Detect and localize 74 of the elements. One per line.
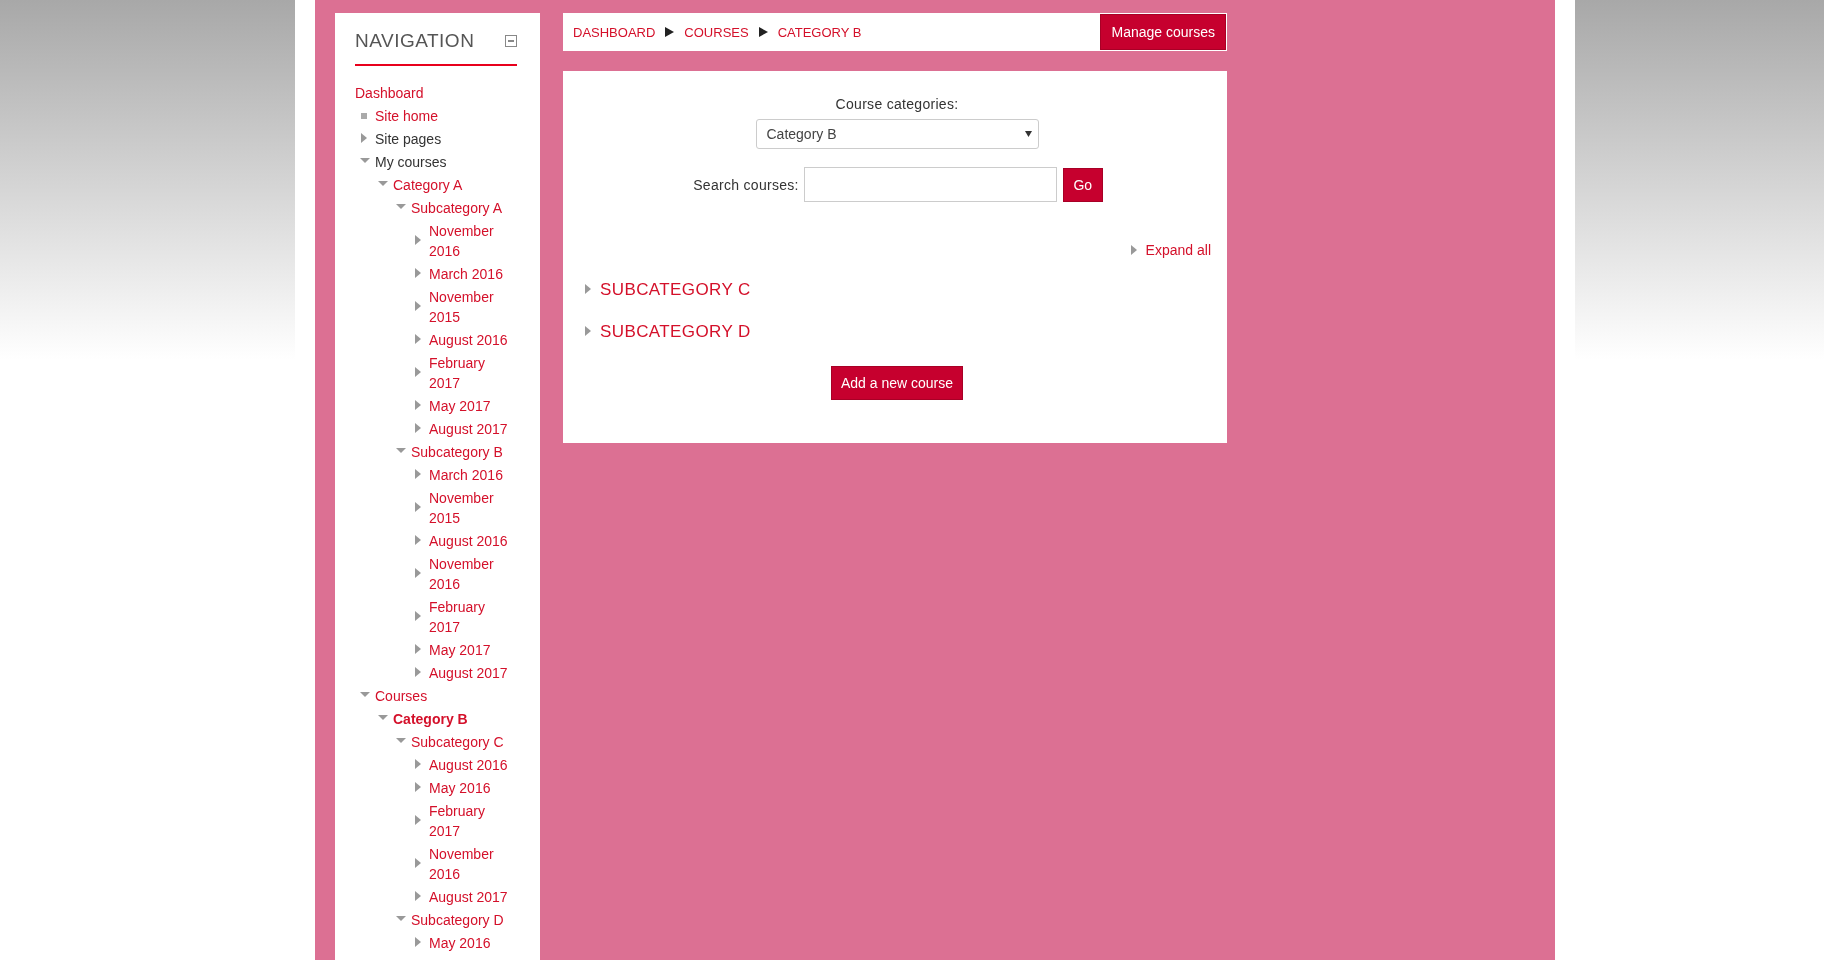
nav-link[interactable]: Site home [375, 106, 439, 126]
caret-right-icon[interactable] [413, 643, 423, 655]
nav-link[interactable]: Category B [393, 709, 468, 729]
caret-right-icon[interactable] [413, 758, 423, 770]
category-link[interactable]: SUBCATEGORY C [600, 280, 751, 300]
caret-right-icon[interactable] [413, 781, 423, 793]
minimize-icon[interactable] [505, 35, 517, 47]
caret-right-icon[interactable] [413, 234, 423, 246]
nav-link[interactable]: Subcategory D [411, 910, 504, 930]
caret-right-icon[interactable] [413, 501, 423, 513]
nav-link[interactable]: February 2017 [429, 597, 517, 637]
category-link[interactable]: SUBCATEGORY D [600, 322, 751, 342]
caret-right-icon[interactable] [583, 283, 593, 295]
caret-right-icon[interactable] [1128, 244, 1139, 256]
nav-link[interactable]: August 2017 [429, 419, 508, 439]
nav-link[interactable]: March 2016 [429, 264, 503, 284]
nav-link[interactable]: November 2016 [429, 221, 517, 261]
nav-link[interactable]: August 2017 [429, 663, 508, 683]
nav-link[interactable]: November 2015 [429, 287, 517, 327]
caret-right-icon[interactable] [413, 936, 423, 948]
caret-right-icon[interactable] [413, 814, 423, 826]
nav-link[interactable]: May 2017 [429, 640, 491, 660]
caret-right-icon[interactable] [583, 325, 593, 337]
caret-right-icon[interactable] [413, 534, 423, 546]
nav-link[interactable]: May 2017 [429, 396, 491, 416]
nav-link[interactable]: Subcategory C [411, 732, 504, 752]
nav-link[interactable]: August 2017 [429, 887, 508, 907]
bullet-icon [361, 113, 367, 119]
caret-right-icon[interactable] [413, 366, 423, 378]
nav-link[interactable]: August 2016 [429, 531, 508, 551]
caret-right-icon[interactable] [413, 567, 423, 579]
expand-all-link[interactable]: Expand all [1128, 242, 1211, 258]
nav-link[interactable]: November 2016 [429, 844, 517, 884]
caret-right-icon[interactable] [413, 890, 423, 902]
caret-right-icon[interactable] [413, 666, 423, 678]
caret-right-icon[interactable] [413, 422, 423, 434]
search-label: Search courses: [693, 176, 799, 193]
nav-link[interactable]: May 2016 [429, 778, 491, 798]
caret-right-icon[interactable] [413, 610, 423, 622]
nav-link[interactable]: May 2016 [429, 933, 491, 953]
separator-arrow-icon [665, 27, 675, 37]
caret-right-icon[interactable] [413, 468, 423, 480]
caret-right-icon[interactable] [413, 857, 423, 869]
category-select[interactable]: Category B [755, 119, 1039, 149]
caret-right-icon[interactable] [359, 132, 369, 144]
dropdown-caret-icon [1024, 131, 1032, 137]
nav-link[interactable]: August 2016 [429, 755, 508, 775]
nav-link[interactable]: Site pages [375, 129, 442, 149]
caret-right-icon[interactable] [413, 267, 423, 279]
breadcrumb-link[interactable]: CATEGORY B [777, 24, 862, 40]
manage-courses-button[interactable]: Manage courses [1100, 14, 1226, 50]
nav-link[interactable]: Category A [393, 175, 463, 195]
nav-link[interactable]: Courses [375, 686, 428, 706]
add-course-button[interactable]: Add a new course [830, 366, 964, 400]
nav-link[interactable]: August 2016 [429, 330, 508, 350]
breadcrumb-link[interactable]: DASHBOARD [573, 24, 656, 40]
nav-link[interactable]: March 2016 [429, 465, 503, 485]
caret-right-icon[interactable] [413, 333, 423, 345]
nav-link[interactable]: My courses [375, 152, 447, 172]
caret-right-icon[interactable] [413, 399, 423, 411]
breadcrumb-link[interactable]: COURSES [684, 24, 749, 40]
categories-label: Course categories: [835, 96, 959, 112]
navigation-title: NAVIGATION [355, 30, 475, 52]
nav-link[interactable]: February 2017 [429, 801, 517, 841]
nav-link[interactable]: Dashboard [355, 83, 424, 103]
nav-link[interactable]: Subcategory B [411, 442, 503, 462]
nav-link[interactable]: Subcategory A [411, 198, 503, 218]
nav-link[interactable]: February 2017 [429, 353, 517, 393]
nav-link[interactable]: November 2016 [429, 554, 517, 594]
caret-right-icon[interactable] [413, 300, 423, 312]
nav-link[interactable]: November 2015 [429, 488, 517, 528]
go-button[interactable]: Go [1062, 167, 1103, 202]
search-field[interactable] [803, 167, 1057, 202]
separator-arrow-icon [758, 27, 768, 37]
